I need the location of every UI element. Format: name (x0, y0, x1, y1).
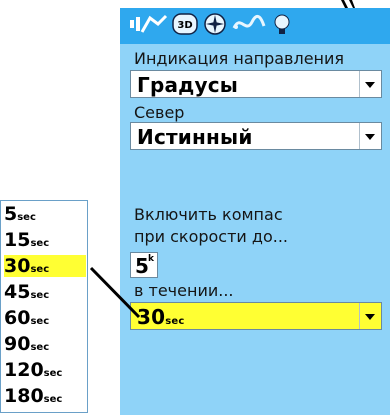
duration-number: 30 (137, 305, 166, 329)
disc-icon: 3D (172, 13, 198, 35)
option-item[interactable]: 60sec (4, 307, 86, 329)
option-unit: sec (30, 316, 50, 327)
chevron-down-icon[interactable] (359, 303, 381, 329)
svg-text:3D: 3D (177, 20, 192, 31)
option-unit: sec (43, 394, 63, 405)
heading-display-field[interactable]: Градусы (130, 70, 382, 98)
north-reference-field[interactable]: Истинный (130, 122, 382, 150)
heading-display-value: Градусы (137, 73, 239, 97)
option-unit: sec (30, 238, 50, 249)
option-value: 30 (4, 255, 31, 277)
option-unit: sec (30, 342, 50, 353)
chevron-down-icon[interactable] (359, 71, 381, 97)
compass-enable-label-2: при скорости до... (134, 227, 289, 246)
option-item[interactable]: 5sec (4, 203, 86, 225)
option-unit: sec (30, 290, 50, 301)
speed-unit: k (148, 254, 154, 264)
duration-value: 30sec (137, 305, 185, 329)
speed-input[interactable]: 5k (130, 252, 158, 278)
option-unit: sec (43, 368, 63, 379)
option-unit: sec (30, 264, 50, 275)
duration-field[interactable]: 30sec (130, 302, 382, 330)
top-edge-mark (341, 0, 355, 8)
option-value: 180 (4, 385, 44, 407)
duration-label: в течении... (134, 281, 234, 300)
option-value: 60 (4, 307, 31, 329)
speed-value: 5 (135, 254, 149, 278)
option-item-selected[interactable]: 30sec (4, 255, 86, 277)
option-value: 5 (4, 203, 18, 225)
device-screen: 3D Индикация направления Градусы Север И… (120, 8, 390, 415)
north-reference-value: Истинный (137, 125, 253, 149)
heading-display-label: Индикация направления (134, 49, 345, 68)
option-value: 120 (4, 359, 44, 381)
option-unit: sec (17, 212, 36, 223)
option-item[interactable]: 45sec (4, 281, 86, 303)
option-value: 15 (4, 229, 31, 251)
option-value: 45 (4, 281, 31, 303)
compass-enable-label-1: Включить компас (134, 205, 283, 224)
option-item[interactable]: 15sec (4, 229, 86, 251)
backlight-icon (274, 14, 290, 34)
status-bar: 3D (120, 8, 390, 44)
compass-icon (204, 13, 226, 35)
option-item[interactable]: 90sec (4, 333, 86, 355)
route-icon (232, 14, 266, 29)
option-item[interactable]: 180sec (4, 385, 86, 407)
duration-options-list: 5sec 15sec 30sec 45sec 60sec 90sec 120se… (0, 200, 88, 413)
option-value: 90 (4, 333, 31, 355)
north-reference-label: Север (134, 103, 185, 122)
chevron-down-icon[interactable] (359, 123, 381, 149)
option-item[interactable]: 120sec (4, 359, 86, 381)
duration-unit: sec (165, 316, 185, 327)
status-bar-icon (130, 14, 168, 33)
